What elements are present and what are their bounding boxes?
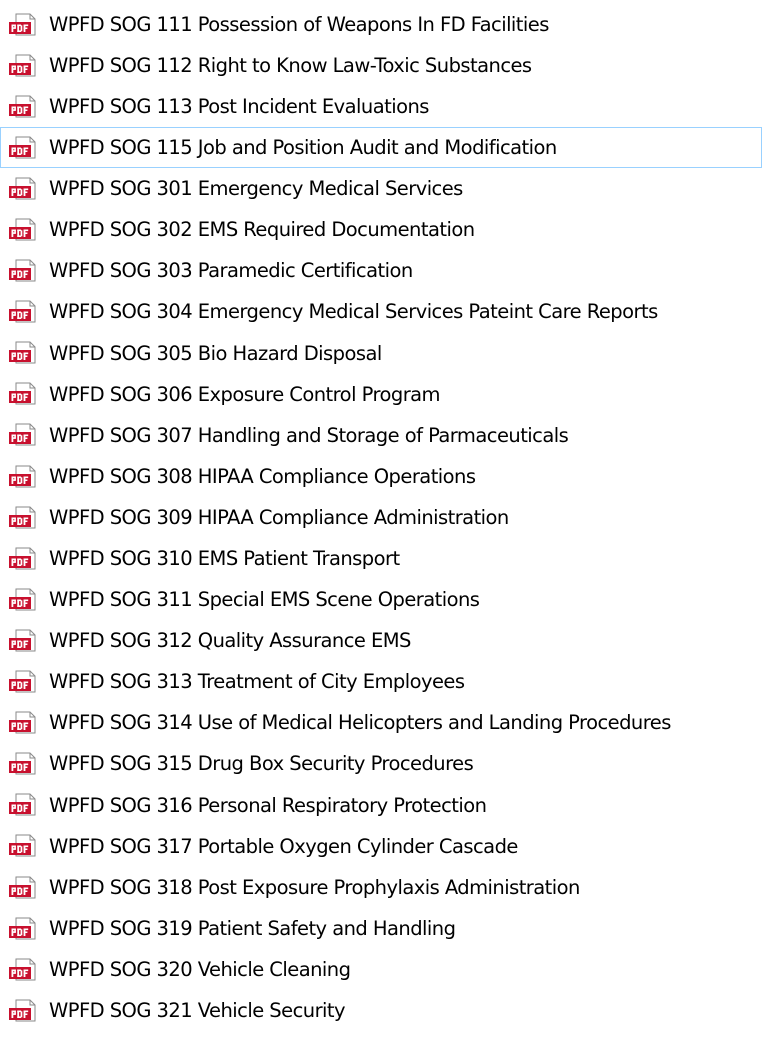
pdf-file-icon [9, 95, 36, 118]
file-row[interactable]: WPFD SOG 307 Handling and Storage of Par… [0, 415, 762, 456]
pdf-file-icon [9, 423, 36, 446]
pdf-file-icon [9, 917, 36, 940]
pdf-file-icon [9, 506, 36, 529]
file-name: WPFD SOG 303 Paramedic Certification [49, 259, 413, 283]
pdf-file-icon [9, 259, 36, 282]
pdf-file-icon [9, 834, 36, 857]
file-row[interactable]: WPFD SOG 311 Special EMS Scene Operation… [0, 579, 762, 620]
file-row[interactable]: WPFD SOG 318 Post Exposure Prophylaxis A… [0, 867, 762, 908]
pdf-file-icon [9, 13, 36, 36]
pdf-file-icon [9, 711, 36, 734]
file-row[interactable]: WPFD SOG 312 Quality Assurance EMS [0, 620, 762, 661]
file-row[interactable]: WPFD SOG 301 Emergency Medical Services [0, 168, 762, 209]
file-name: WPFD SOG 111 Possession of Weapons In FD… [49, 12, 549, 36]
file-row[interactable]: WPFD SOG 111 Possession of Weapons In FD… [0, 4, 762, 45]
pdf-file-icon [9, 341, 36, 364]
file-row[interactable]: WPFD SOG 310 EMS Patient Transport [0, 538, 762, 579]
file-row[interactable]: WPFD SOG 303 Paramedic Certification [0, 251, 762, 292]
file-name: WPFD SOG 115 Job and Position Audit and … [49, 136, 557, 160]
file-list: WPFD SOG 111 Possession of Weapons In FD… [0, 4, 762, 1031]
file-row[interactable]: WPFD SOG 308 HIPAA Compliance Operations [0, 456, 762, 497]
file-row[interactable]: WPFD SOG 305 Bio Hazard Disposal [0, 333, 762, 374]
file-name: WPFD SOG 309 HIPAA Compliance Administra… [49, 505, 509, 529]
file-name: WPFD SOG 319 Patient Safety and Handling [49, 916, 456, 940]
file-name: WPFD SOG 112 Right to Know Law-Toxic Sub… [49, 53, 532, 77]
file-row[interactable]: WPFD SOG 320 Vehicle Cleaning [0, 949, 762, 990]
pdf-file-icon [9, 588, 36, 611]
file-name: WPFD SOG 305 Bio Hazard Disposal [49, 341, 382, 365]
file-name: WPFD SOG 308 HIPAA Compliance Operations [49, 464, 476, 488]
pdf-file-icon [9, 752, 36, 775]
file-name: WPFD SOG 306 Exposure Control Program [49, 382, 441, 406]
pdf-file-icon [9, 999, 36, 1022]
file-name: WPFD SOG 301 Emergency Medical Services [49, 177, 463, 201]
pdf-file-icon [9, 218, 36, 241]
file-name: WPFD SOG 307 Handling and Storage of Par… [49, 423, 569, 447]
file-name: WPFD SOG 321 Vehicle Security [49, 999, 346, 1023]
file-name: WPFD SOG 318 Post Exposure Prophylaxis A… [49, 875, 580, 899]
pdf-file-icon [9, 136, 36, 159]
pdf-file-icon [9, 629, 36, 652]
file-row[interactable]: WPFD SOG 304 Emergency Medical Services … [0, 292, 762, 333]
pdf-file-icon [9, 547, 36, 570]
file-row[interactable]: WPFD SOG 314 Use of Medical Helicopters … [0, 703, 762, 744]
pdf-file-icon [9, 465, 36, 488]
file-row-selected[interactable]: WPFD SOG 115 Job and Position Audit and … [0, 127, 762, 169]
pdf-file-icon [9, 382, 36, 405]
file-row[interactable]: WPFD SOG 309 HIPAA Compliance Administra… [0, 497, 762, 538]
file-row[interactable]: WPFD SOG 306 Exposure Control Program [0, 374, 762, 415]
file-row[interactable]: WPFD SOG 112 Right to Know Law-Toxic Sub… [0, 45, 762, 86]
file-row[interactable]: WPFD SOG 313 Treatment of City Employees [0, 662, 762, 703]
file-row[interactable]: WPFD SOG 316 Personal Respiratory Protec… [0, 785, 762, 826]
file-name: WPFD SOG 312 Quality Assurance EMS [49, 629, 411, 653]
file-name: WPFD SOG 304 Emergency Medical Services … [49, 300, 658, 324]
pdf-file-icon [9, 54, 36, 77]
pdf-file-icon [9, 670, 36, 693]
file-row[interactable]: WPFD SOG 315 Drug Box Security Procedure… [0, 744, 762, 785]
file-name: WPFD SOG 113 Post Incident Evaluations [49, 94, 429, 118]
file-row[interactable]: WPFD SOG 319 Patient Safety and Handling [0, 908, 762, 949]
file-name: WPFD SOG 310 EMS Patient Transport [49, 547, 400, 571]
file-name: WPFD SOG 311 Special EMS Scene Operation… [49, 588, 480, 612]
file-name: WPFD SOG 302 EMS Required Documentation [49, 218, 475, 242]
file-row[interactable]: WPFD SOG 317 Portable Oxygen Cylinder Ca… [0, 826, 762, 867]
pdf-file-icon [9, 177, 36, 200]
pdf-file-icon [9, 793, 36, 816]
pdf-file-icon [9, 300, 36, 323]
file-row[interactable]: WPFD SOG 321 Vehicle Security [0, 990, 762, 1031]
file-name: WPFD SOG 313 Treatment of City Employees [49, 670, 465, 694]
file-name: WPFD SOG 314 Use of Medical Helicopters … [49, 711, 671, 735]
pdf-file-icon [9, 958, 36, 981]
file-row[interactable]: WPFD SOG 302 EMS Required Documentation [0, 209, 762, 250]
file-row[interactable]: WPFD SOG 113 Post Incident Evaluations [0, 86, 762, 127]
pdf-file-icon [9, 876, 36, 899]
file-name: WPFD SOG 317 Portable Oxygen Cylinder Ca… [49, 834, 518, 858]
file-name: WPFD SOG 320 Vehicle Cleaning [49, 957, 351, 981]
file-name: WPFD SOG 316 Personal Respiratory Protec… [49, 793, 487, 817]
file-name: WPFD SOG 315 Drug Box Security Procedure… [49, 752, 474, 776]
